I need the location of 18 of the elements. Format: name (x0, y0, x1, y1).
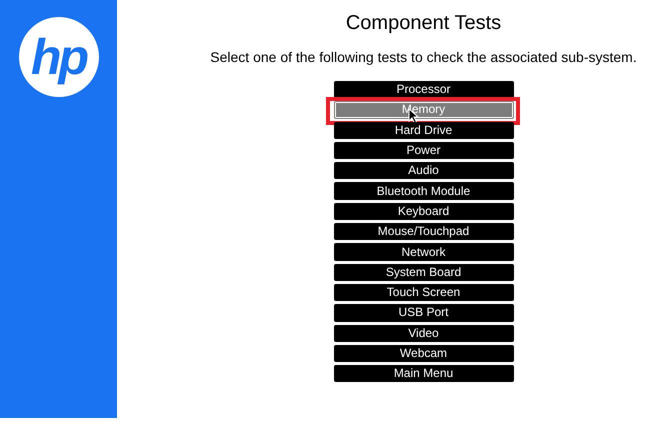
page-title: Component Tests (346, 12, 502, 35)
instructions-text: Select one of the following tests to check the associated sub-system. (210, 49, 637, 65)
test-button[interactable]: Webcam (334, 344, 514, 362)
test-button[interactable]: Touch Screen (334, 284, 514, 302)
test-button[interactable]: Bluetooth Module (334, 182, 514, 200)
test-button[interactable]: Keyboard (334, 202, 514, 220)
test-button[interactable]: USB Port (334, 304, 514, 322)
test-button[interactable]: Audio (334, 162, 514, 180)
test-button[interactable]: System Board (334, 264, 514, 281)
test-button[interactable]: Main Menu (334, 365, 514, 382)
logo: hp (18, 17, 98, 97)
test-button[interactable]: Network (334, 243, 514, 261)
test-button[interactable]: Mouse/Touchpad (334, 223, 514, 240)
test-button[interactable]: Power (334, 142, 514, 160)
test-button[interactable]: Memory (334, 101, 514, 119)
test-button[interactable]: Processor (334, 81, 514, 98)
test-button[interactable]: Hard Drive (334, 122, 514, 139)
test-button[interactable]: Video (334, 324, 514, 342)
